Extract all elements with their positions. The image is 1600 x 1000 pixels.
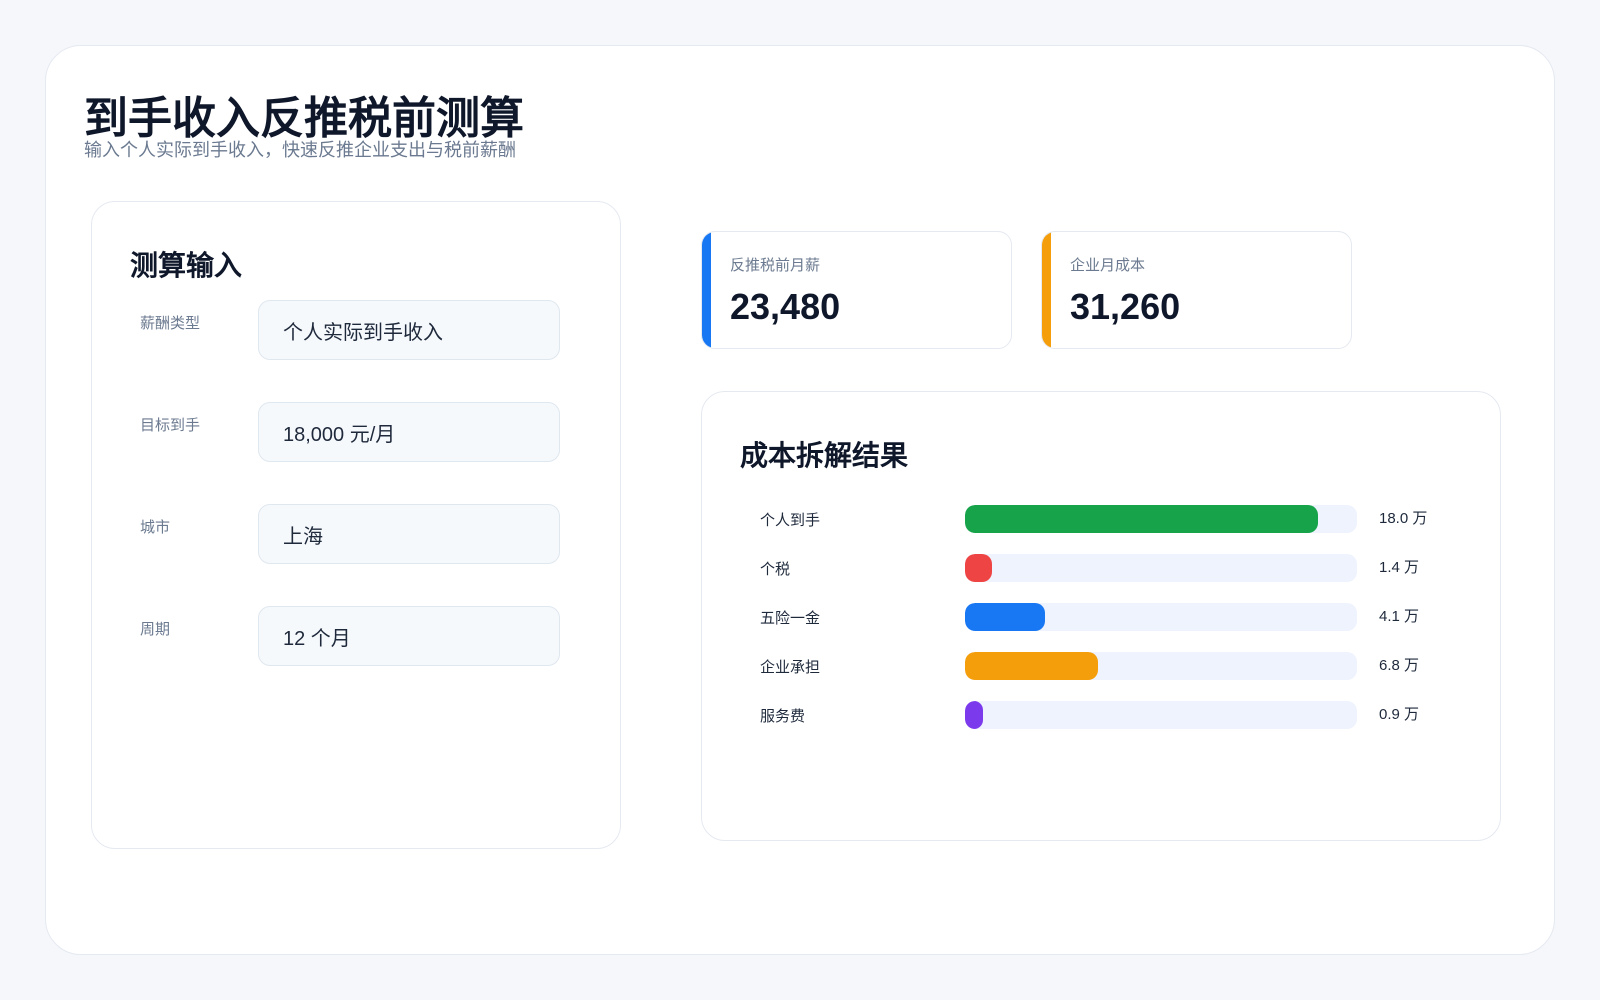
salary-type-label: 薪酬类型 (140, 315, 201, 332)
bar-fill (965, 505, 1318, 533)
kpi-accent-bar (702, 232, 711, 348)
kpi-label: 企业月成本 (1070, 257, 1146, 274)
bar-row: 服务费 0.9 万 (702, 700, 1502, 730)
bar-value: 0.9 万 (1379, 706, 1420, 723)
kpi-label: 反推税前月薪 (730, 257, 821, 274)
main-card: 到手收入反推税前测算 输入个人实际到手收入，快速反推企业支出与税前薪酬 测算输入… (45, 45, 1555, 955)
kpi-value: 23,480 (730, 286, 841, 327)
page-subtitle: 输入个人实际到手收入，快速反推企业支出与税前薪酬 (84, 140, 516, 160)
input-panel: 测算输入 薪酬类型 个人实际到手收入 目标到手 18,000 元/月 城市 上海… (91, 201, 621, 849)
bar-fill (965, 554, 993, 582)
bar-track (965, 701, 1357, 729)
result-panel: 成本拆解结果 个人到手 18.0 万 个税 1.4 万 五险一金 4.1 万 企… (701, 391, 1501, 841)
bar-track (965, 554, 1357, 582)
bar-fill (965, 652, 1099, 680)
kpi-accent-bar (1042, 232, 1051, 348)
period-field[interactable]: 12 个月 (258, 606, 560, 666)
target-income-field[interactable]: 18,000 元/月 (258, 402, 560, 462)
bar-row: 企业承担 6.8 万 (702, 651, 1502, 681)
bar-value: 6.8 万 (1379, 657, 1420, 674)
result-panel-title: 成本拆解结果 (740, 440, 909, 471)
bar-value: 18.0 万 (1379, 510, 1428, 527)
period-label: 周期 (140, 621, 171, 638)
bar-label: 个人到手 (760, 512, 821, 529)
kpi-pretax-salary: 反推税前月薪 23,480 (701, 231, 1012, 349)
bar-track (965, 652, 1357, 680)
bar-fill (965, 603, 1046, 631)
bar-label: 五险一金 (760, 610, 821, 627)
input-panel-title: 测算输入 (130, 250, 243, 281)
target-income-label: 目标到手 (140, 417, 201, 434)
bar-row: 个税 1.4 万 (702, 553, 1502, 583)
bar-track (965, 603, 1357, 631)
kpi-value: 31,260 (1070, 286, 1181, 327)
bar-row: 个人到手 18.0 万 (702, 504, 1502, 534)
kpi-company-cost: 企业月成本 31,260 (1041, 231, 1352, 349)
bar-row: 五险一金 4.1 万 (702, 602, 1502, 632)
bar-track (965, 505, 1357, 533)
salary-type-field[interactable]: 个人实际到手收入 (258, 300, 560, 360)
bar-label: 个税 (760, 561, 791, 578)
bar-value: 4.1 万 (1379, 608, 1420, 625)
bar-label: 企业承担 (760, 659, 821, 676)
bar-fill (965, 701, 983, 729)
bar-value: 1.4 万 (1379, 559, 1420, 576)
city-field[interactable]: 上海 (258, 504, 560, 564)
city-label: 城市 (140, 519, 171, 536)
bar-label: 服务费 (760, 708, 806, 725)
